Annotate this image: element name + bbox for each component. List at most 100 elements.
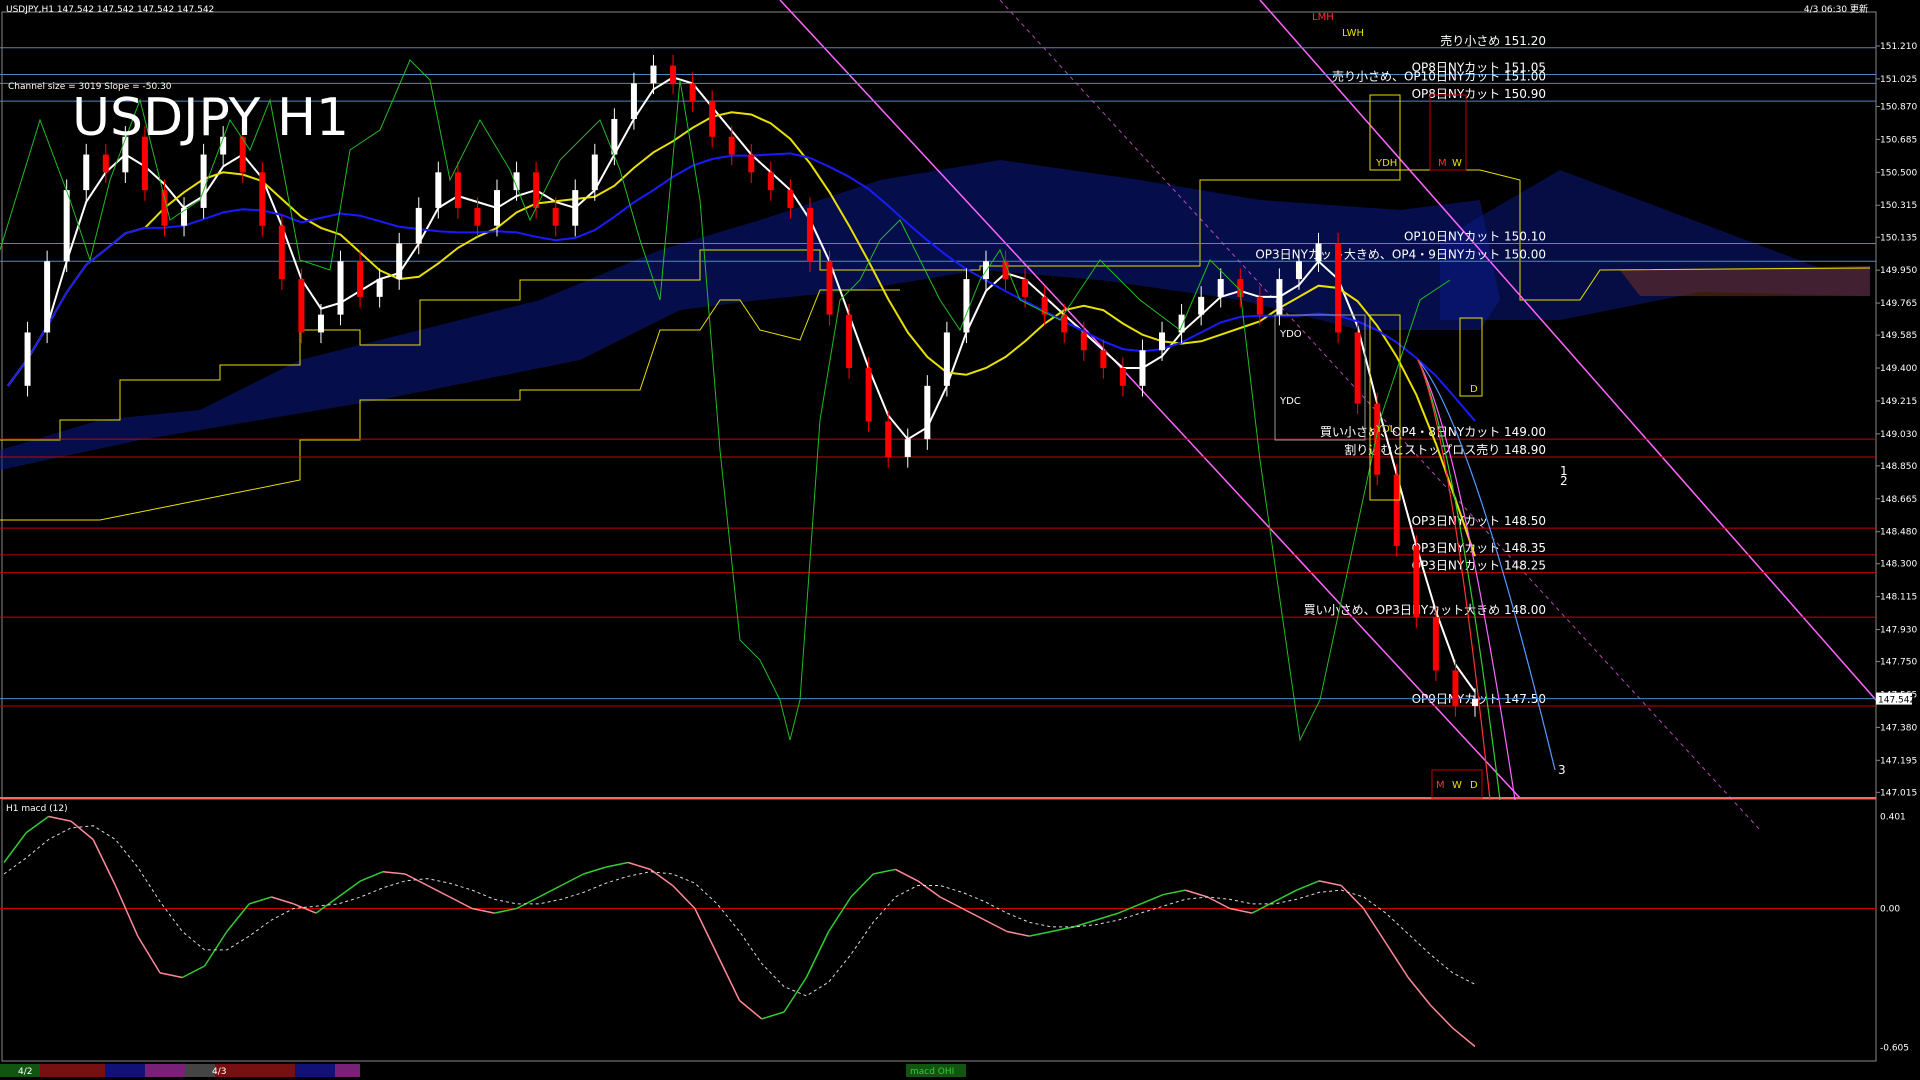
candle-body — [572, 190, 579, 226]
macd-main-segment — [1429, 1004, 1454, 1029]
candle-body — [1335, 243, 1342, 333]
svg-text:YDH: YDH — [1375, 158, 1397, 169]
price-tick-label: 149.585 — [1880, 331, 1917, 341]
macd-main-segment — [627, 861, 651, 871]
candle-body — [44, 261, 51, 333]
price-tick-label: 150.500 — [1880, 168, 1917, 178]
price-tick-label: 149.950 — [1880, 266, 1917, 276]
candle-body — [552, 207, 559, 226]
price-tick-label: 148.665 — [1880, 495, 1917, 505]
macd-main-segment — [895, 868, 919, 882]
big-title: USDJPY H1 — [72, 88, 349, 148]
price-tick-label: 147.195 — [1880, 756, 1917, 766]
macd-main-segment — [271, 896, 294, 905]
candle-body — [904, 439, 911, 457]
candle-body — [787, 190, 794, 208]
macd-main-segment — [382, 870, 406, 875]
macd-main-segment — [716, 954, 741, 1001]
candle-body — [963, 279, 970, 333]
macd-main-segment — [560, 873, 584, 887]
macd-signal-line — [3, 825, 1476, 997]
macd-main-segment — [449, 896, 473, 910]
candle-body — [1295, 261, 1302, 280]
candle-body — [1080, 332, 1087, 351]
candle-body — [1276, 279, 1283, 315]
macd-main-segment — [1340, 884, 1365, 910]
price-tick-label: 149.215 — [1880, 397, 1917, 407]
macd-main-segment — [471, 907, 495, 914]
svg-text:YDO: YDO — [1279, 329, 1302, 340]
bottom-bar: 4/2 4/3 macd OHI — [0, 1063, 1920, 1080]
macd-main-segment — [873, 868, 896, 875]
candle-body — [611, 118, 618, 155]
macd-main-segment — [783, 977, 807, 1013]
macd-main-segment — [516, 896, 540, 910]
macd-main-segment — [427, 884, 451, 898]
candle-body — [376, 279, 383, 297]
candle-body — [709, 101, 716, 137]
date-label-2: 4/3 — [212, 1067, 226, 1077]
macd-main-segment — [248, 896, 272, 905]
macd-main-segment — [1029, 930, 1052, 937]
candle-body — [865, 368, 872, 422]
macd-main-segment — [181, 965, 205, 979]
svg-text:YDL: YDL — [1375, 424, 1396, 435]
macd-main-segment — [315, 896, 339, 914]
macd-main-segment — [494, 907, 517, 914]
candle-body — [396, 243, 403, 280]
price-tick-label: 148.480 — [1880, 528, 1917, 538]
candle-body — [767, 172, 774, 191]
candle-body — [1100, 350, 1107, 369]
candle-body — [357, 261, 364, 297]
candle-body — [1256, 296, 1263, 315]
ichimoku-cloud — [0, 160, 1870, 470]
price-tick-label: 150.685 — [1880, 135, 1917, 145]
macd-main-segment — [137, 935, 161, 974]
candle-body — [670, 65, 677, 84]
svg-text:3: 3 — [1558, 763, 1566, 777]
macd-main-segment — [360, 871, 384, 882]
macd-main-segment — [1140, 894, 1164, 905]
candle-body — [728, 136, 735, 155]
macd-main-segment — [805, 931, 830, 978]
macd-title: H1 macd (12) — [6, 804, 68, 814]
macd-main-segment — [1207, 896, 1231, 910]
macd-main-segment — [583, 866, 606, 875]
price-tick-label: 147.015 — [1880, 788, 1917, 798]
svg-text:147.542: 147.542 — [1878, 696, 1915, 706]
candle-body — [435, 172, 442, 208]
macd-tick-label: -0.605 — [1880, 1044, 1909, 1054]
chart-canvas[interactable]: 売り小さめ 151.20OP8日NYカット 151.05売り小さめ、OP10日N… — [0, 0, 1920, 1080]
candle-body — [630, 83, 637, 119]
svg-text:D: D — [1470, 780, 1478, 791]
candle-body — [317, 314, 324, 333]
candle-body — [846, 314, 853, 369]
date-label-1: 4/2 — [18, 1067, 32, 1077]
candle-body — [1354, 332, 1361, 404]
candle-body — [1413, 545, 1420, 618]
candle-body — [1452, 670, 1459, 707]
svg-text:W: W — [1452, 780, 1462, 791]
macd-main-segment — [962, 907, 986, 921]
price-tick-label: 151.025 — [1880, 75, 1917, 85]
macd-main-segment — [939, 896, 963, 910]
candle-body — [298, 279, 305, 333]
candle-body — [454, 172, 461, 208]
macd-frame — [1, 798, 1877, 1062]
macd-main-segment — [203, 931, 228, 967]
level-label: OP10日NYカット 150.10 — [1404, 229, 1546, 243]
macd-main-segment — [1385, 942, 1409, 978]
candle-body — [748, 154, 755, 173]
candle-body — [63, 190, 70, 262]
level-label: OP3日NYカット 148.50 — [1412, 514, 1546, 528]
macd-main-segment — [1274, 889, 1298, 903]
session-box-labels: LMH LWH YDH M W YDO YDC YDL D M W D — [1279, 12, 1478, 791]
price-tick-label: 149.030 — [1880, 430, 1917, 440]
channel-lower — [1259, 0, 1877, 701]
macd-main-segment — [1006, 930, 1030, 937]
svg-text:YDC: YDC — [1279, 396, 1301, 407]
svg-text:D: D — [1470, 384, 1478, 395]
macd-main-segment — [1318, 880, 1342, 887]
macd-main-segment — [1185, 889, 1208, 898]
candle-body — [1472, 698, 1478, 707]
